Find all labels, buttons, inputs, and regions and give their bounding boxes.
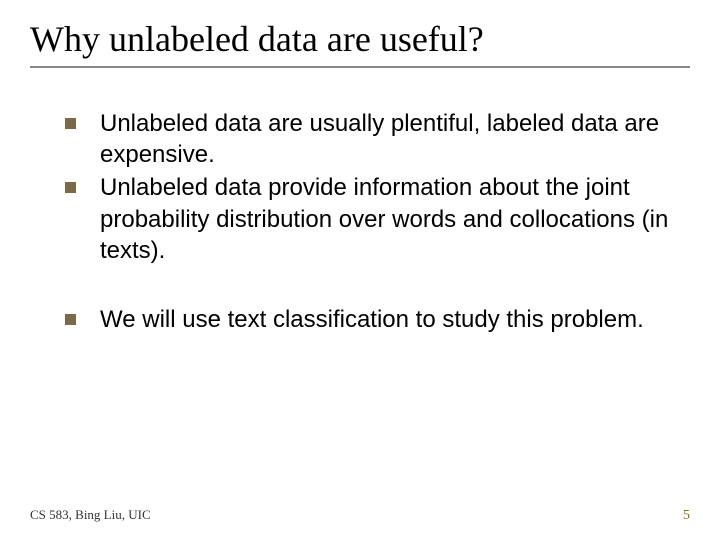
list-item: We will use text classification to study… xyxy=(65,304,690,335)
bullet-icon xyxy=(65,314,76,325)
bullet-text: We will use text classification to study… xyxy=(100,304,644,335)
bullet-text: Unlabeled data provide information about… xyxy=(100,172,690,266)
bullet-group-1: Unlabeled data are usually plentiful, la… xyxy=(65,108,690,266)
footer-left-text: CS 583, Bing Liu, UIC xyxy=(30,507,151,523)
bullet-text: Unlabeled data are usually plentiful, la… xyxy=(100,108,690,170)
page-number: 5 xyxy=(683,508,690,524)
footer: CS 583, Bing Liu, UIC 5 xyxy=(30,507,690,524)
bullet-group-2: We will use text classification to study… xyxy=(65,304,690,335)
bullet-icon xyxy=(65,182,76,193)
content-area: Unlabeled data are usually plentiful, la… xyxy=(30,108,690,335)
slide-container: Why unlabeled data are useful? Unlabeled… xyxy=(0,0,720,540)
bullet-icon xyxy=(65,118,76,129)
list-item: Unlabeled data provide information about… xyxy=(65,172,690,266)
list-item: Unlabeled data are usually plentiful, la… xyxy=(65,108,690,170)
slide-title: Why unlabeled data are useful? xyxy=(30,18,690,68)
